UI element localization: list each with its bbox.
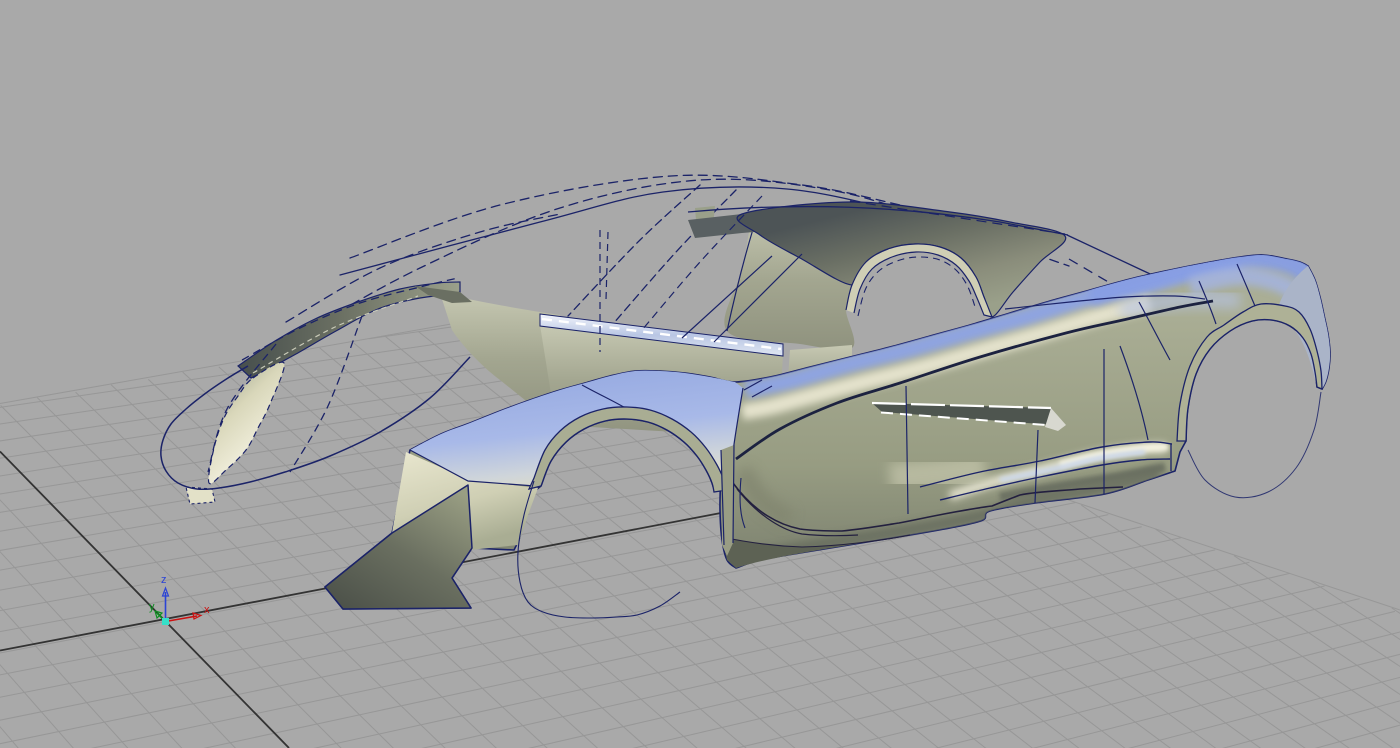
svg-text:y: y xyxy=(149,601,155,613)
svg-text:z: z xyxy=(161,574,167,586)
svg-text:x: x xyxy=(204,604,210,616)
